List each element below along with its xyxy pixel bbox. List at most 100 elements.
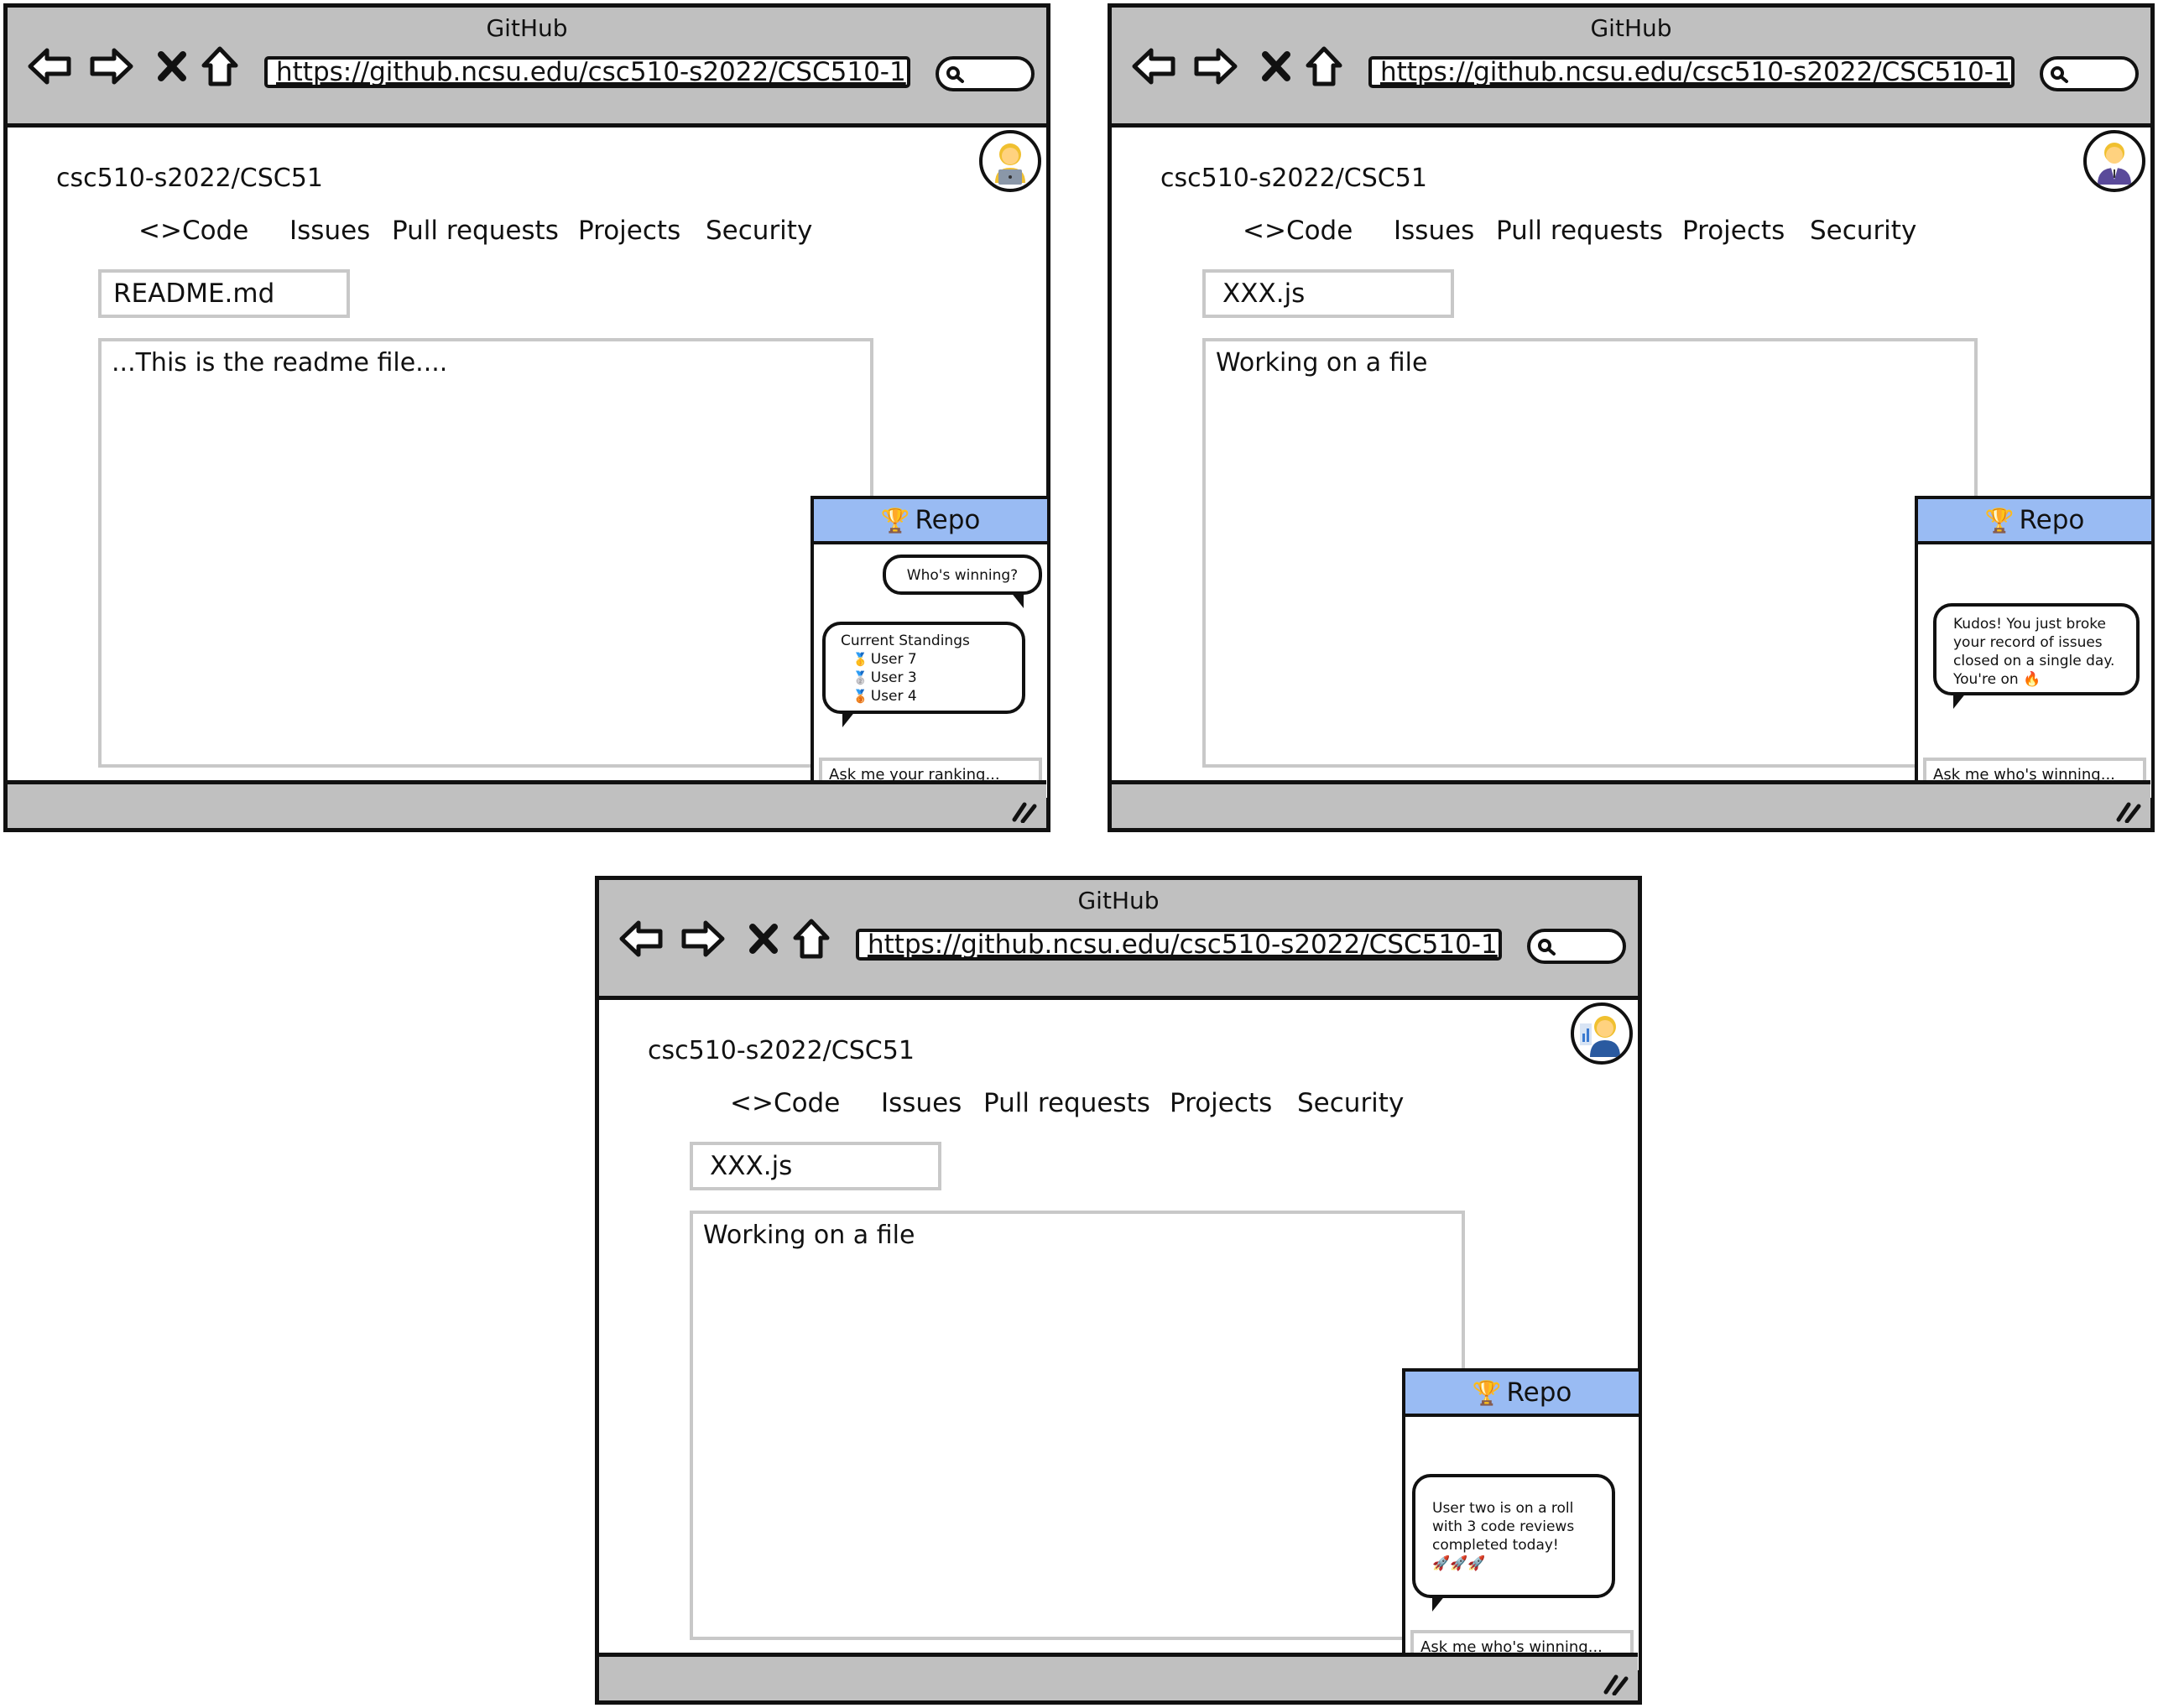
- tab-pull-requests[interactable]: Pull requests: [392, 216, 559, 246]
- man-office-worker-icon: [2098, 143, 2131, 185]
- back-arrow-icon[interactable]: [1130, 41, 1177, 91]
- back-arrow-icon[interactable]: [618, 914, 665, 964]
- user-message: Who's winning?: [906, 567, 1019, 584]
- home-icon[interactable]: [790, 914, 832, 964]
- stop-x-icon[interactable]: [155, 41, 189, 91]
- bot-message-line: your record of issues: [1953, 634, 2103, 651]
- stop-x-icon[interactable]: [747, 914, 780, 964]
- user-avatar[interactable]: [2083, 130, 2145, 192]
- window-title: GitHub: [486, 14, 568, 42]
- standing-row: 🥉 User 4: [841, 687, 1007, 706]
- tab-security[interactable]: Security: [706, 216, 812, 246]
- forward-arrow-icon[interactable]: [88, 41, 135, 91]
- search-icon: [1538, 939, 1556, 956]
- gold-medal-icon: 🥇: [852, 652, 868, 667]
- tab-security[interactable]: Security: [1810, 216, 1916, 246]
- window-title: GitHub: [1590, 14, 1672, 42]
- chatbot-title: Repo: [915, 505, 981, 535]
- tab-issues[interactable]: Issues: [289, 216, 370, 246]
- bot-message-bubble: Current Standings 🥇 User 7 🥈 User 3 🥉 User …: [822, 622, 1025, 727]
- forward-arrow-icon[interactable]: [680, 914, 727, 964]
- repo-name[interactable]: csc510-s2022/CSC51: [56, 164, 323, 193]
- home-icon[interactable]: [199, 41, 241, 91]
- standing-row: 🥇 User 7: [841, 650, 1007, 669]
- tab-code[interactable]: <>Code: [1243, 216, 1353, 246]
- resize-grip-icon[interactable]: [1009, 798, 1038, 823]
- chatbot-title: Repo: [2019, 505, 2085, 535]
- window-title: GitHub: [1077, 887, 1160, 914]
- browser-window-2: GitHub https://github.ncsu.edu/csc510-s2…: [1108, 3, 2155, 832]
- search-icon: [2051, 66, 2068, 83]
- rocket-icon: 🚀: [1450, 1555, 1468, 1572]
- tab-issues[interactable]: Issues: [881, 1088, 962, 1118]
- fire-icon: 🔥: [2023, 671, 2041, 688]
- bot-message-line: Kudos! You just broke: [1953, 616, 2106, 633]
- file-tab[interactable]: XXX.js: [690, 1142, 941, 1190]
- tab-projects[interactable]: Projects: [1682, 216, 1785, 246]
- chatbot-panel: 🏆 Repo Kudos! You just broke your record…: [1915, 496, 2155, 801]
- chatbot-header: 🏆 Repo: [1918, 499, 2151, 544]
- bot-message-bubble: User two is on a roll with 3 code review…: [1412, 1474, 1615, 1612]
- forward-arrow-icon[interactable]: [1192, 41, 1239, 91]
- bot-message-bubble: Kudos! You just broke your record of iss…: [1933, 603, 2140, 709]
- back-arrow-icon[interactable]: [26, 41, 73, 91]
- home-icon[interactable]: [1303, 41, 1345, 91]
- browser-toolbar: GitHub https://github.ncsu.edu/csc510-s2…: [1112, 8, 2150, 128]
- bot-message-line: completed today!: [1432, 1537, 1559, 1554]
- woman-technologist-icon: [995, 143, 1025, 185]
- file-content: ...This is the readme file....: [98, 338, 873, 768]
- tab-projects[interactable]: Projects: [1170, 1088, 1272, 1118]
- chatbot-header: 🏆 Repo: [1405, 1372, 1639, 1417]
- standing-user: User 7: [870, 651, 917, 668]
- trophy-icon: 🏆: [1984, 506, 2015, 534]
- tab-security[interactable]: Security: [1297, 1088, 1404, 1118]
- trophy-icon: 🏆: [1472, 1378, 1502, 1407]
- file-content: Working on a file: [1202, 338, 1978, 768]
- user-avatar[interactable]: [1571, 1002, 1633, 1065]
- browser-search-box[interactable]: [936, 56, 1035, 91]
- tab-code[interactable]: <>Code: [138, 216, 248, 246]
- bot-message-line: You're on: [1953, 671, 2019, 688]
- trophy-icon: 🏆: [880, 506, 910, 534]
- tab-issues[interactable]: Issues: [1394, 216, 1474, 246]
- address-bar[interactable]: https://github.ncsu.edu/csc510-s2022/CSC…: [856, 929, 1502, 961]
- address-bar[interactable]: https://github.ncsu.edu/csc510-s2022/CSC…: [264, 56, 910, 88]
- bot-message-line: closed on a single day.: [1953, 653, 2115, 669]
- chatbot-panel: 🏆 Repo Who's winning? Current Standings …: [811, 496, 1050, 801]
- browser-search-box[interactable]: [1527, 929, 1626, 964]
- rocket-icons: 🚀🚀🚀: [1432, 1554, 1595, 1573]
- browser-window-3: GitHub https://github.ncsu.edu/csc510-s2…: [595, 876, 1642, 1705]
- bot-message-line-last: You're on 🔥: [1953, 670, 2119, 689]
- standing-user: User 4: [870, 688, 917, 705]
- repo-name[interactable]: csc510-s2022/CSC51: [648, 1036, 915, 1065]
- woman-office-worker-icon: [1580, 1016, 1620, 1057]
- chatbot-title: Repo: [1506, 1377, 1572, 1408]
- stop-x-icon[interactable]: [1259, 41, 1293, 91]
- standings-title: Current Standings: [841, 633, 970, 649]
- rocket-icon: 🚀: [1432, 1555, 1451, 1572]
- user-message-bubble: Who's winning?: [883, 555, 1042, 608]
- repo-name[interactable]: csc510-s2022/CSC51: [1160, 164, 1427, 193]
- bronze-medal-icon: 🥉: [852, 689, 868, 704]
- standing-user: User 3: [870, 669, 917, 686]
- resize-grip-icon[interactable]: [1601, 1670, 1629, 1695]
- rocket-icon: 🚀: [1467, 1555, 1486, 1572]
- browser-toolbar: GitHub https://github.ncsu.edu/csc510-s2…: [8, 8, 1046, 128]
- user-avatar[interactable]: [979, 130, 1041, 192]
- file-tab[interactable]: README.md: [98, 269, 350, 318]
- bot-message-line: with 3 code reviews: [1432, 1518, 1575, 1535]
- browser-window-1: GitHub https://github.ncsu.edu/csc510-s2…: [3, 3, 1050, 832]
- address-bar[interactable]: https://github.ncsu.edu/csc510-s2022/CSC…: [1368, 56, 2015, 88]
- tab-pull-requests[interactable]: Pull requests: [983, 1088, 1150, 1118]
- file-content: Working on a file: [690, 1211, 1465, 1640]
- file-tab[interactable]: XXX.js: [1202, 269, 1454, 318]
- chatbot-panel: 🏆 Repo User two is on a roll with 3 code…: [1402, 1368, 1642, 1674]
- browser-search-box[interactable]: [2040, 56, 2139, 91]
- tab-code[interactable]: <>Code: [730, 1088, 840, 1118]
- status-bar: [1112, 780, 2150, 828]
- tab-projects[interactable]: Projects: [578, 216, 680, 246]
- tab-pull-requests[interactable]: Pull requests: [1496, 216, 1663, 246]
- search-icon: [946, 66, 964, 83]
- status-bar: [599, 1653, 1638, 1700]
- resize-grip-icon[interactable]: [2114, 798, 2142, 823]
